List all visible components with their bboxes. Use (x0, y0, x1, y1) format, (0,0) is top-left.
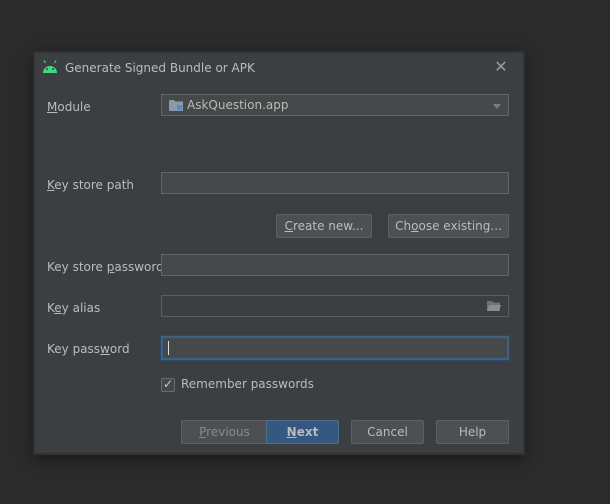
module-select[interactable]: AskQuestion.app (161, 94, 509, 116)
help-button[interactable]: Help (436, 420, 509, 444)
choose-existing-button[interactable]: Choose existing... (388, 214, 509, 238)
help-label: Help (458, 425, 487, 439)
key-store-password-text: Key store password (47, 260, 164, 274)
key-alias-field[interactable] (162, 296, 508, 316)
folder-browse-icon[interactable] (487, 300, 501, 312)
create-new-mnemonic: C (284, 219, 293, 233)
chevron-down-icon (493, 104, 501, 109)
key-alias-label: Key alias (47, 301, 100, 315)
module-label: Module (47, 100, 91, 114)
previous-rest: revious (206, 425, 250, 439)
next-mnemonic: N (286, 425, 297, 439)
previous-button[interactable]: Previous (181, 420, 268, 444)
cancel-button[interactable]: Cancel (351, 420, 424, 444)
key-store-path-label: Key store path (47, 178, 134, 192)
key-password-text: Key password (47, 342, 130, 356)
next-button[interactable]: Next (266, 420, 339, 444)
dialog-titlebar: Generate Signed Bundle or APK ✕ (35, 53, 523, 83)
key-store-path-rest: ey store path (54, 178, 135, 192)
key-store-path-input[interactable] (161, 172, 509, 194)
key-store-path-field[interactable] (162, 173, 508, 193)
dialog-title: Generate Signed Bundle or APK (65, 61, 255, 75)
key-alias-text: Key alias (47, 301, 101, 315)
key-alias-input[interactable] (161, 295, 509, 317)
checkmark-icon: ✓ (163, 377, 174, 391)
next-rest: ext (296, 425, 319, 439)
key-password-field[interactable] (163, 338, 507, 358)
remember-passwords-checkbox[interactable]: ✓ (161, 377, 175, 392)
close-icon[interactable]: ✕ (493, 59, 509, 75)
cancel-label: Cancel (367, 425, 408, 439)
module-select-value: AskQuestion.app (187, 98, 289, 112)
create-new-button[interactable]: Create new... (276, 214, 372, 238)
folder-module-icon (169, 100, 183, 111)
android-icon (43, 60, 57, 73)
choose-existing-label: Choose existing... (395, 219, 502, 233)
key-store-password-field[interactable] (162, 255, 508, 275)
create-new-rest: reate new... (292, 219, 364, 233)
generate-signed-bundle-dialog: Generate Signed Bundle or APK ✕ Module A… (34, 52, 524, 454)
key-password-input[interactable] (161, 336, 509, 360)
key-store-password-label: Key store password (47, 260, 164, 274)
module-label-rest: odule (57, 100, 91, 114)
remember-passwords-label[interactable]: Remember passwords (181, 377, 314, 391)
key-store-password-input[interactable] (161, 254, 509, 276)
key-password-label: Key password (47, 342, 130, 356)
text-caret (168, 341, 169, 355)
module-label-mnemonic: M (47, 100, 58, 114)
